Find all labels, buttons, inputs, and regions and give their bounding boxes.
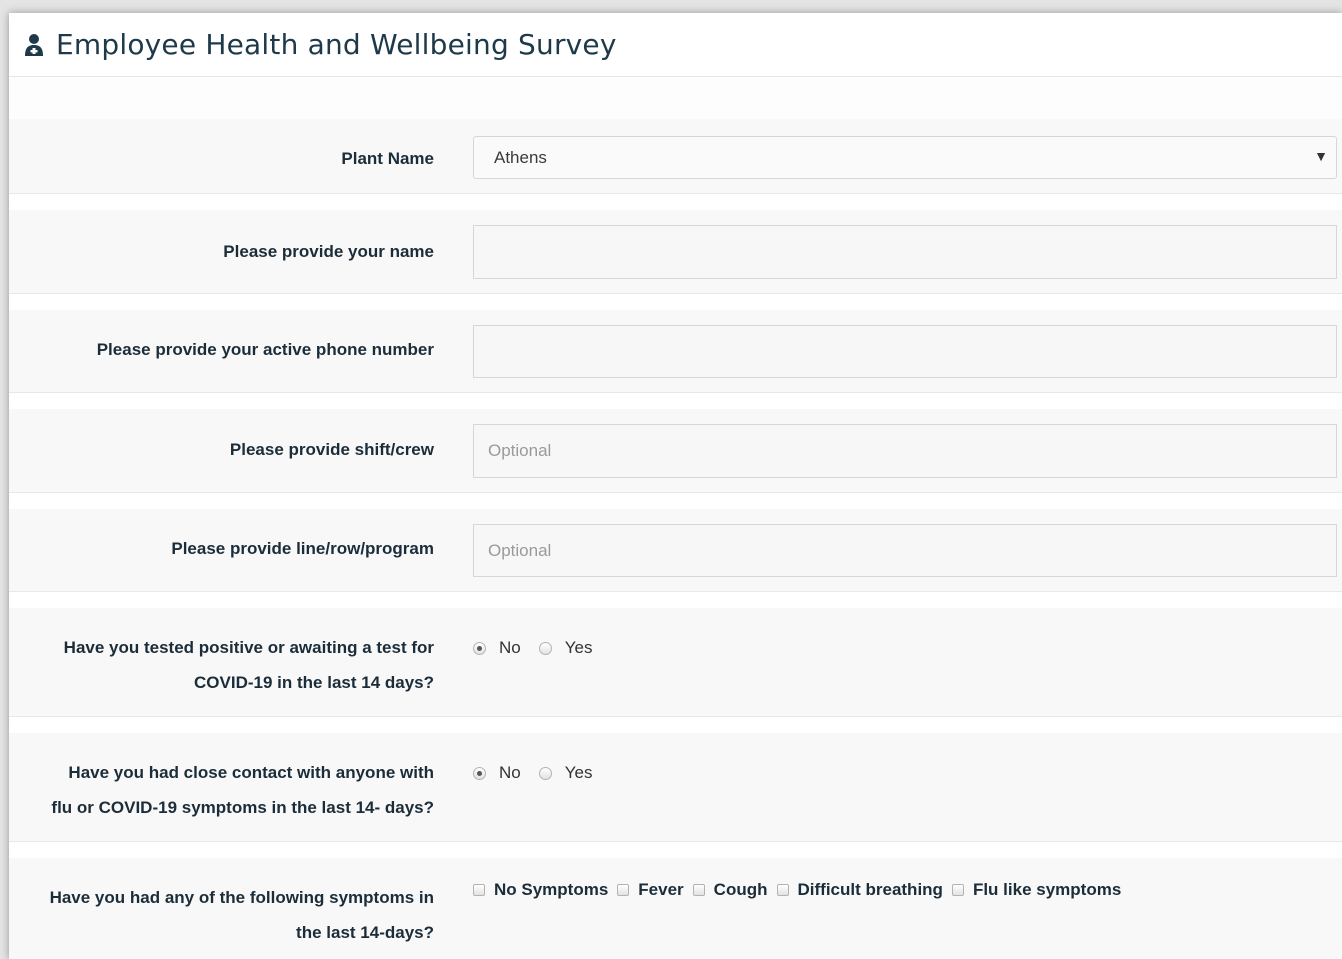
flu-like-symptoms-label[interactable]: Flu like symptoms bbox=[973, 880, 1121, 900]
contact-no-radio[interactable] bbox=[473, 766, 486, 780]
tested-label-line2: COVID-19 in the last 14 days? bbox=[194, 673, 434, 692]
symptoms-label-line1: Have you had any of the following sympto… bbox=[49, 888, 434, 907]
tested-label: Have you tested positive or awaiting a t… bbox=[14, 630, 434, 700]
line-field[interactable] bbox=[473, 524, 1337, 577]
plant-select-value: Athens bbox=[494, 148, 547, 167]
name-row: Please provide your name bbox=[9, 210, 1342, 294]
tested-no-radio[interactable] bbox=[473, 641, 486, 655]
no-symptoms-checkbox[interactable] bbox=[473, 884, 485, 896]
name-field[interactable] bbox=[473, 225, 1337, 279]
shift-input[interactable] bbox=[474, 425, 1336, 477]
name-label: Please provide your name bbox=[223, 242, 434, 261]
contact-no-label[interactable]: No bbox=[499, 763, 521, 783]
line-input[interactable] bbox=[474, 525, 1336, 576]
no-symptoms-label[interactable]: No Symptoms bbox=[494, 880, 608, 900]
chevron-down-icon: ▼ bbox=[1314, 148, 1328, 164]
contact-label: Have you had close contact with anyone w… bbox=[14, 755, 434, 825]
symptoms-row: Have you had any of the following sympto… bbox=[9, 858, 1342, 959]
tested-radio-group: No Yes bbox=[473, 638, 610, 658]
fever-checkbox[interactable] bbox=[617, 884, 630, 896]
fever-label[interactable]: Fever bbox=[638, 880, 683, 900]
flu-like-symptoms-checkbox[interactable] bbox=[951, 884, 964, 896]
phone-input[interactable] bbox=[474, 326, 1336, 377]
plant-select[interactable]: Athens ▼ bbox=[473, 136, 1337, 179]
line-row: Please provide line/row/program bbox=[9, 509, 1342, 592]
contact-row: Have you had close contact with anyone w… bbox=[9, 733, 1342, 842]
contact-radio-group: No Yes bbox=[473, 763, 610, 783]
tested-label-line1: Have you tested positive or awaiting a t… bbox=[63, 638, 434, 657]
shift-row: Please provide shift/crew bbox=[9, 409, 1342, 493]
contact-label-line1: Have you had close contact with anyone w… bbox=[68, 763, 434, 782]
symptoms-checkbox-group: No Symptoms Fever Cough Difficult breath… bbox=[473, 880, 1130, 900]
line-label: Please provide line/row/program bbox=[171, 539, 434, 558]
tested-yes-radio[interactable] bbox=[538, 641, 552, 655]
plant-row: Plant Name Athens ▼ bbox=[9, 119, 1342, 194]
difficult-breathing-label[interactable]: Difficult breathing bbox=[798, 880, 943, 900]
plant-label: Plant Name bbox=[341, 149, 434, 168]
tested-no-label[interactable]: No bbox=[499, 638, 521, 658]
cough-checkbox[interactable] bbox=[692, 884, 705, 896]
name-input[interactable] bbox=[474, 226, 1336, 278]
phone-label: Please provide your active phone number bbox=[96, 340, 434, 359]
header-spacer bbox=[9, 77, 1342, 119]
shift-label: Please provide shift/crew bbox=[229, 440, 434, 459]
contact-label-line2: flu or COVID-19 symptoms in the last 14-… bbox=[51, 798, 434, 817]
shift-field[interactable] bbox=[473, 424, 1337, 478]
page-header: Employee Health and Wellbeing Survey bbox=[9, 13, 1342, 77]
difficult-breathing-checkbox[interactable] bbox=[776, 884, 789, 896]
page-title: Employee Health and Wellbeing Survey bbox=[56, 28, 617, 61]
user-doctor-icon bbox=[25, 33, 43, 56]
phone-row: Please provide your active phone number bbox=[9, 310, 1342, 393]
symptoms-label: Have you had any of the following sympto… bbox=[14, 880, 434, 950]
contact-yes-radio[interactable] bbox=[538, 766, 552, 780]
cough-label[interactable]: Cough bbox=[714, 880, 768, 900]
contact-yes-label[interactable]: Yes bbox=[565, 763, 593, 783]
tested-yes-label[interactable]: Yes bbox=[565, 638, 593, 658]
phone-field[interactable] bbox=[473, 325, 1337, 378]
tested-row: Have you tested positive or awaiting a t… bbox=[9, 608, 1342, 717]
symptoms-label-line2: the last 14-days? bbox=[296, 923, 434, 942]
survey-panel: Employee Health and Wellbeing Survey Pla… bbox=[9, 13, 1342, 959]
